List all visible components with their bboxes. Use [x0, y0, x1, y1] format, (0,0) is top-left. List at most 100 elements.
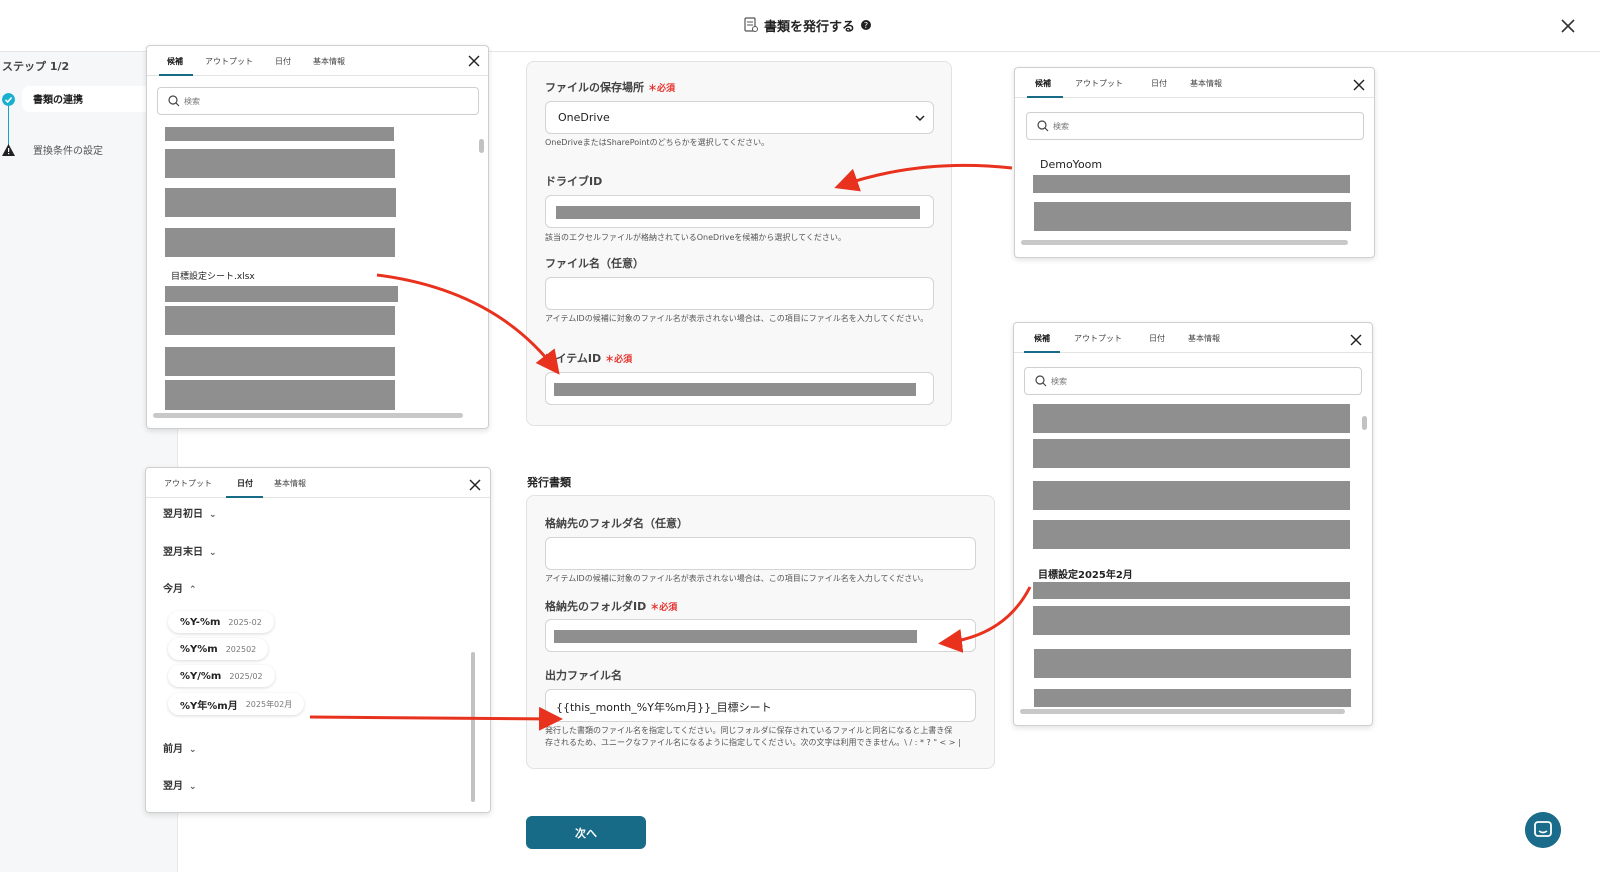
drive-id-help: 該当のエクセルファイルが格納されているOneDriveを候補から選択してください…	[545, 233, 846, 242]
drive-id-label: ドライブID	[545, 175, 603, 188]
sidebar-item-replace-conditions[interactable]: 置換条件の設定	[33, 142, 103, 157]
close-icon[interactable]	[467, 54, 481, 68]
redacted-item[interactable]	[165, 228, 395, 257]
required-text: 必須	[659, 603, 678, 613]
redacted-item[interactable]	[165, 306, 395, 335]
scrollbar[interactable]	[153, 413, 463, 418]
date-group-next-month[interactable]: 翌月 ⌄	[163, 777, 197, 792]
list-item[interactable]: DemoYoom	[1040, 158, 1102, 171]
date-group-next-month-first[interactable]: 翌月初日 ⌄	[163, 505, 217, 520]
date-popup: アウトプット 日付 基本情報 翌月初日 ⌄ 翌月末日 ⌄ 今月 ⌃ %Y-%m 202…	[145, 467, 491, 813]
redacted-item[interactable]	[165, 127, 394, 141]
close-icon[interactable]	[1352, 78, 1366, 92]
candidate-popup-folders: 候補 アウトプット 日付 基本情報 検索 目標設定2025年2月	[1013, 322, 1373, 726]
search-input[interactable]: 検索	[1024, 367, 1362, 395]
redacted-item[interactable]	[1034, 202, 1351, 231]
redacted-item[interactable]	[1033, 439, 1350, 468]
date-format-option[interactable]: %Y-%m 2025-02	[168, 611, 274, 633]
close-icon[interactable]	[468, 478, 482, 492]
item-id-input[interactable]	[545, 372, 934, 405]
tab-basic-info[interactable]: 基本情報	[274, 478, 306, 489]
tab-date[interactable]: 日付	[1149, 333, 1165, 344]
redacted-item[interactable]	[165, 347, 395, 376]
tab-candidates[interactable]: 候補	[1035, 78, 1051, 89]
active-tab-indicator	[159, 74, 193, 76]
search-input[interactable]: 検索	[1026, 112, 1364, 140]
scrollbar[interactable]	[1362, 416, 1367, 430]
storage-select[interactable]: OneDrive	[545, 101, 934, 134]
scrollbar[interactable]	[471, 652, 475, 802]
check-circle-icon	[2, 93, 15, 106]
scrollbar[interactable]	[1020, 709, 1345, 714]
page-title: 書類を発行する	[764, 19, 856, 35]
redacted-item[interactable]	[1033, 175, 1350, 193]
search-placeholder: 検索	[184, 97, 200, 106]
date-group-prev-month[interactable]: 前月 ⌄	[163, 740, 197, 755]
date-format-option[interactable]: %Y/%m 2025/02	[168, 665, 275, 687]
scrollbar[interactable]	[1021, 240, 1348, 245]
tab-output[interactable]: アウトプット	[1075, 78, 1123, 89]
candidate-popup-files: 候補 アウトプット 日付 基本情報 検索 目標設定シート.xlsx	[146, 45, 489, 429]
date-group-this-month[interactable]: 今月 ⌃	[163, 580, 197, 595]
active-tab-indicator	[1027, 96, 1063, 98]
scrollbar[interactable]	[479, 139, 484, 153]
warning-icon	[2, 144, 15, 156]
date-format-option[interactable]: %Y%m 202502	[168, 638, 269, 660]
tab-candidates[interactable]: 候補	[167, 56, 183, 67]
drive-id-input[interactable]	[545, 195, 934, 228]
date-format-option[interactable]: %Y年%m月 2025年02月	[168, 693, 305, 715]
tab-basic-info[interactable]: 基本情報	[1188, 333, 1220, 344]
redacted-item[interactable]	[165, 149, 395, 178]
redacted-item[interactable]	[165, 188, 396, 217]
redacted-item[interactable]	[1033, 582, 1350, 599]
folder-name-input[interactable]	[545, 537, 976, 570]
tab-candidates[interactable]: 候補	[1034, 333, 1050, 344]
chat-icon[interactable]	[1525, 812, 1561, 848]
file-name-input[interactable]	[545, 277, 934, 310]
redacted-item[interactable]	[1034, 689, 1351, 707]
next-button[interactable]: 次へ	[526, 816, 646, 849]
tab-output[interactable]: アウトプット	[205, 56, 253, 67]
redacted-item[interactable]	[1033, 481, 1350, 510]
search-icon	[168, 95, 180, 107]
section-title: 発行書類	[527, 476, 571, 489]
close-icon[interactable]	[1349, 333, 1363, 347]
output-file-name-help-line1: 発行した書類のファイル名を指定してください。同じフォルダに保存されているファイル…	[545, 726, 953, 735]
step-counter: ステップ 1/2	[2, 60, 70, 73]
redacted-value	[556, 206, 920, 219]
tab-basic-info[interactable]: 基本情報	[1190, 78, 1222, 89]
redacted-item[interactable]	[1033, 520, 1350, 549]
tab-output[interactable]: アウトプット	[164, 478, 212, 489]
tab-date[interactable]: 日付	[1151, 78, 1167, 89]
output-file-name-help-line2: 存されるため、ユニークなファイル名になるように指定してください。次の文字は利用で…	[545, 738, 961, 747]
date-group-label: 翌月	[163, 781, 183, 792]
search-icon	[1035, 375, 1047, 387]
popup-tabs: 候補 アウトプット 日付 基本情報	[1014, 323, 1372, 353]
popup-tabs: 候補 アウトプット 日付 基本情報	[147, 46, 488, 76]
storage-help: OneDriveまたはSharePointのどちらかを選択してください。	[545, 138, 770, 147]
folder-id-input[interactable]	[545, 619, 976, 652]
redacted-item[interactable]	[1033, 404, 1350, 433]
tab-date[interactable]: 日付	[275, 56, 291, 67]
date-group-label: 翌月末日	[163, 547, 203, 558]
popup-tabs: 候補 アウトプット 日付 基本情報	[1015, 68, 1374, 98]
header-title-group: 書類を発行する ?	[744, 14, 872, 36]
redacted-item[interactable]	[165, 380, 395, 410]
close-icon[interactable]	[1556, 14, 1580, 38]
date-group-next-month-last[interactable]: 翌月末日 ⌄	[163, 543, 217, 558]
help-icon[interactable]: ?	[861, 20, 872, 30]
required-badge: ＊必須	[648, 84, 676, 94]
output-file-name-label: 出力ファイル名	[545, 669, 622, 682]
output-file-name-input[interactable]: {{this_month_%Y年%m月}}_目標シート	[545, 689, 976, 722]
tab-date[interactable]: 日付	[237, 478, 253, 489]
list-item[interactable]: 目標設定シート.xlsx	[171, 269, 255, 282]
tab-output[interactable]: アウトプット	[1074, 333, 1122, 344]
redacted-item[interactable]	[165, 286, 398, 302]
search-input[interactable]: 検索	[157, 87, 479, 115]
redacted-item[interactable]	[1034, 649, 1351, 678]
list-item[interactable]: 目標設定2025年2月	[1038, 566, 1133, 581]
issue-form-card: 格納先のフォルダ名（任意） アイテムIDの候補に対象のファイル名が表示されない場…	[526, 495, 995, 769]
redacted-item[interactable]	[1033, 606, 1350, 635]
tab-basic-info[interactable]: 基本情報	[313, 56, 345, 67]
storage-label-text: ファイルの保存場所	[545, 81, 644, 94]
